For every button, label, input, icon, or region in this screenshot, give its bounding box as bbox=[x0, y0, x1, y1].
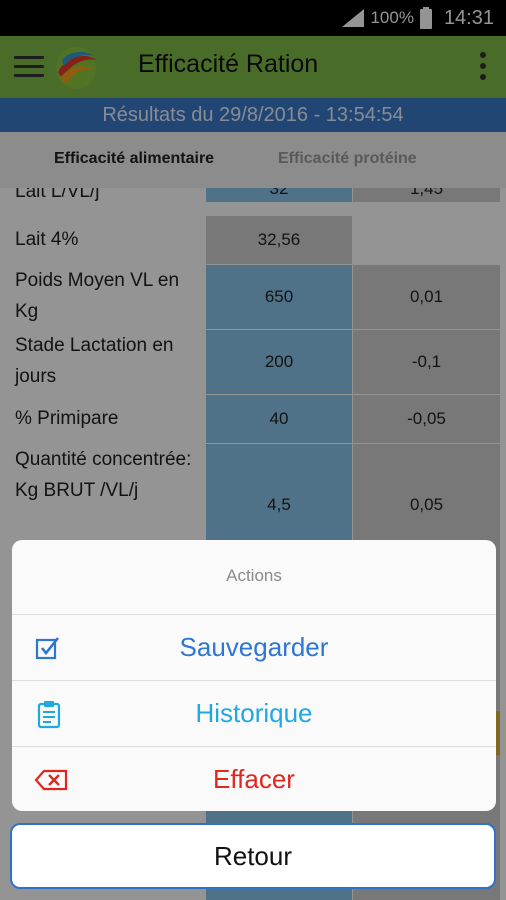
action-sheet: Actions Sauvegarder Historique Effacer bbox=[12, 540, 496, 811]
cancel-button[interactable]: Retour bbox=[10, 823, 496, 889]
action-sheet-title: Actions bbox=[12, 540, 496, 615]
clear-label: Effacer bbox=[213, 764, 295, 794]
history-label: Historique bbox=[195, 698, 313, 728]
clear-action[interactable]: Effacer bbox=[12, 747, 496, 811]
save-label: Sauvegarder bbox=[179, 632, 329, 662]
history-action[interactable]: Historique bbox=[12, 681, 496, 747]
save-action[interactable]: Sauvegarder bbox=[12, 615, 496, 681]
